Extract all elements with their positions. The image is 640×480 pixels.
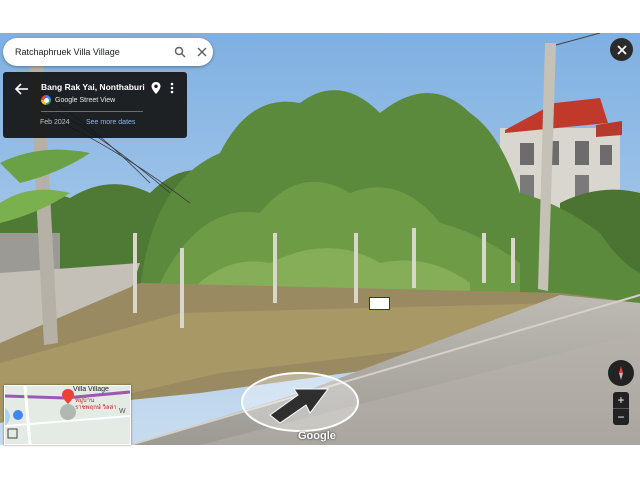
zoom-in-button[interactable]: + [613,392,629,408]
location-pin-icon[interactable] [149,81,163,95]
compass-icon[interactable] [608,360,634,386]
search-box[interactable]: Ratchaphruek Villa Village [3,38,213,66]
see-more-dates-link[interactable]: See more dates [86,119,135,126]
more-options-icon[interactable] [167,81,177,95]
street-view-logo-icon [41,95,51,105]
mini-map[interactable]: Villa Village หมู่บ้าน ราชพฤกษ์ วิลล่า W [4,385,131,445]
google-logo: Google [298,430,336,442]
back-arrow-icon[interactable] [13,80,31,98]
capture-date: Feb 2024 [40,119,70,126]
close-icon [616,44,627,55]
search-icon[interactable] [169,41,191,63]
provider-text: Google Street View [55,96,116,104]
location-title: Bang Rak Yai, Nonthaburi [41,82,145,92]
search-input[interactable]: Ratchaphruek Villa Village [3,47,169,57]
street-view-info-panel: Bang Rak Yai, Nonthaburi Google Street V… [3,72,187,138]
map-place-label-th-2: ราชพฤกษ์ วิลล่า [75,405,117,411]
provider-label: Google Street View [41,95,115,105]
zoom-controls: + − [613,392,629,425]
divider [41,111,143,112]
map-place-label-en: Villa Village [73,386,109,393]
clear-search-icon[interactable] [191,41,213,63]
close-street-view-button[interactable] [610,38,633,61]
map-road-label: W [119,408,126,415]
zoom-out-button[interactable]: − [613,409,629,425]
navigation-arrow[interactable] [240,371,360,433]
sale-sign [369,297,390,310]
